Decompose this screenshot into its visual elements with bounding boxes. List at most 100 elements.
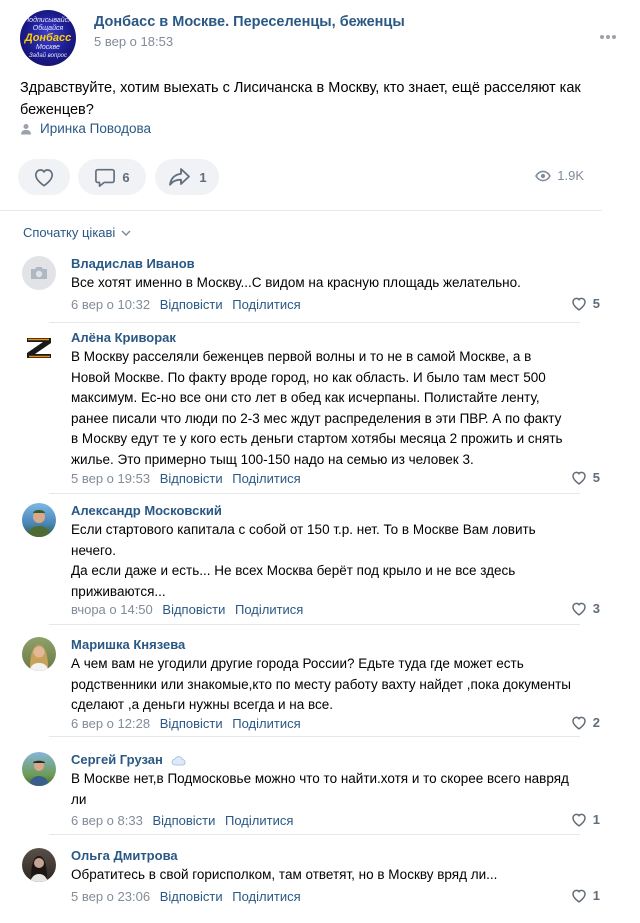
comment-like-button[interactable]: 1 xyxy=(571,812,600,827)
avatar-caption-3: Москве xyxy=(36,44,60,51)
comment-item: Алёна Криворак В Москву расселяли беженц… xyxy=(22,330,600,494)
avatar[interactable] xyxy=(22,752,56,786)
comment-meta: вчора о 14:50 Відповісти Поділитися xyxy=(71,602,303,617)
like-count: 2 xyxy=(592,715,600,730)
comment-text: В Москву расселяли беженцев первой волны… xyxy=(71,349,563,467)
reply-link[interactable]: Відповісти xyxy=(152,813,215,828)
post-text: Здравствуйте, хотим выехать с Лисичанска… xyxy=(20,80,581,118)
comment-like-button[interactable]: 1 xyxy=(571,888,600,903)
heart-icon xyxy=(572,602,586,616)
portrait-icon xyxy=(29,760,49,786)
comment-author[interactable]: Сергей Грузан xyxy=(71,752,187,767)
share-icon xyxy=(169,168,191,186)
comment-divider xyxy=(49,493,580,494)
comment-like-button[interactable]: 2 xyxy=(571,715,600,730)
like-count: 5 xyxy=(592,296,600,311)
share-button[interactable]: 1 xyxy=(155,159,219,195)
comment-item: Александр Московский Если стартового кап… xyxy=(22,503,600,629)
portrait-icon xyxy=(30,856,48,882)
comment-divider xyxy=(49,322,580,323)
share-link[interactable]: Поділитися xyxy=(235,602,303,617)
comment-like-button[interactable]: 5 xyxy=(571,470,600,485)
like-count: 5 xyxy=(592,470,600,485)
like-count: 1 xyxy=(592,812,600,827)
group-avatar[interactable]: Подписывайся Общайся Донбасс Москве Зада… xyxy=(20,10,76,66)
comment-meta: 6 вер о 10:32 Відповісти Поділитися xyxy=(71,297,301,312)
comment-icon xyxy=(95,168,116,187)
camera-icon xyxy=(31,267,47,279)
comment-author-name[interactable]: Сергей Грузан xyxy=(71,752,163,767)
z-symbol-icon xyxy=(27,338,51,358)
comment-author[interactable]: Ольга Дмитрова xyxy=(71,848,178,863)
eye-icon xyxy=(535,170,552,181)
post-signer[interactable]: Иринка Поводова xyxy=(20,121,151,136)
post-header: Подписывайся Общайся Донбасс Москве Зада… xyxy=(20,10,620,66)
comment-item: Владислав Иванов Все хотят именно в Моск… xyxy=(22,256,600,326)
share-link[interactable]: Поділитися xyxy=(225,813,293,828)
comment-author[interactable]: Владислав Иванов xyxy=(71,256,195,271)
comment-text: В Москве нет,в Подмосковье можно что то … xyxy=(71,771,569,807)
comments-button[interactable]: 6 xyxy=(78,159,146,195)
comment-text: Если стартового капитала с собой от 150 … xyxy=(71,520,571,602)
portrait-icon xyxy=(29,645,49,671)
comment-author[interactable]: Алёна Криворак xyxy=(71,330,176,345)
comment-meta: 6 вер о 8:33 Відповісти Поділитися xyxy=(71,813,293,828)
avatar-caption-4: Задай вопрос xyxy=(29,53,67,59)
reply-link[interactable]: Відповісти xyxy=(160,889,223,904)
comment-time[interactable]: 6 вер о 8:33 xyxy=(71,813,143,828)
heart-icon xyxy=(572,297,586,311)
heart-icon xyxy=(572,716,586,730)
comment-text: А чем вам не угодили другие города Росси… xyxy=(71,656,572,712)
post-date[interactable]: 5 вер о 18:53 xyxy=(94,34,173,49)
comment-like-button[interactable]: 5 xyxy=(571,296,600,311)
share-link[interactable]: Поділитися xyxy=(232,471,300,486)
avatar[interactable] xyxy=(22,848,56,882)
comment-like-button[interactable]: 3 xyxy=(571,601,600,616)
sort-label: Спочатку цікаві xyxy=(23,225,116,240)
avatar-caption-2: Донбасс xyxy=(24,32,72,44)
like-count: 1 xyxy=(592,888,600,903)
comment-meta: 5 вер о 19:53 Відповісти Поділитися xyxy=(71,471,301,486)
more-options-icon[interactable] xyxy=(600,26,620,39)
comment-author[interactable]: Александр Московский xyxy=(71,503,222,518)
reply-link[interactable]: Відповісти xyxy=(160,716,223,731)
reply-link[interactable]: Відповісти xyxy=(162,602,225,617)
like-button[interactable] xyxy=(18,159,70,195)
comment-divider xyxy=(49,624,580,625)
heart-icon xyxy=(572,471,586,485)
comment-meta: 6 вер о 12:28 Відповісти Поділитися xyxy=(71,716,301,731)
signer-name[interactable]: Иринка Поводова xyxy=(40,121,151,136)
comment-time[interactable]: 5 вер о 19:53 xyxy=(71,471,150,486)
reply-link[interactable]: Відповісти xyxy=(160,471,223,486)
comment-time[interactable]: вчора о 14:50 xyxy=(71,602,153,617)
comment-meta: 5 вер о 23:06 Відповісти Поділитися xyxy=(71,889,301,904)
avatar[interactable] xyxy=(22,637,56,671)
group-name-link[interactable]: Донбасс в Москве. Переселенцы, беженцы xyxy=(94,14,405,30)
avatar[interactable] xyxy=(22,330,56,364)
comment-text: Обратитесь в свой горисполком, там ответ… xyxy=(71,867,498,882)
share-link[interactable]: Поділитися xyxy=(232,716,300,731)
comment-item: Маришка Князева А чем вам не угодили дру… xyxy=(22,637,600,739)
comment-text-line: Если стартового капитала с собой от 150 … xyxy=(71,522,536,558)
comments-sort-dropdown[interactable]: Спочатку цікаві xyxy=(23,225,131,240)
comment-item: Ольга Дмитрова Обратитесь в свой гориспо… xyxy=(22,848,600,918)
comment-item: Сергей Грузан В Москве нет,в Подмосковье… xyxy=(22,752,600,835)
chevron-down-icon xyxy=(121,229,131,236)
share-link[interactable]: Поділитися xyxy=(232,889,300,904)
shares-count: 1 xyxy=(199,169,207,185)
comments-count: 6 xyxy=(122,169,130,185)
views-count: 1.9K xyxy=(557,168,584,183)
comment-author[interactable]: Маришка Князева xyxy=(71,637,185,652)
like-count: 3 xyxy=(592,601,600,616)
comment-time[interactable]: 5 вер о 23:06 xyxy=(71,889,150,904)
heart-icon xyxy=(572,813,586,827)
post-actions: 6 1 1.9K xyxy=(18,159,590,195)
reply-link[interactable]: Відповісти xyxy=(160,297,223,312)
share-link[interactable]: Поділитися xyxy=(232,297,300,312)
avatar-caption-1: Подписывайся Общайся xyxy=(24,17,72,32)
avatar[interactable] xyxy=(22,503,56,537)
comment-time[interactable]: 6 вер о 12:28 xyxy=(71,716,150,731)
user-icon xyxy=(21,123,31,134)
comment-time[interactable]: 6 вер о 10:32 xyxy=(71,297,150,312)
avatar[interactable] xyxy=(22,256,56,290)
